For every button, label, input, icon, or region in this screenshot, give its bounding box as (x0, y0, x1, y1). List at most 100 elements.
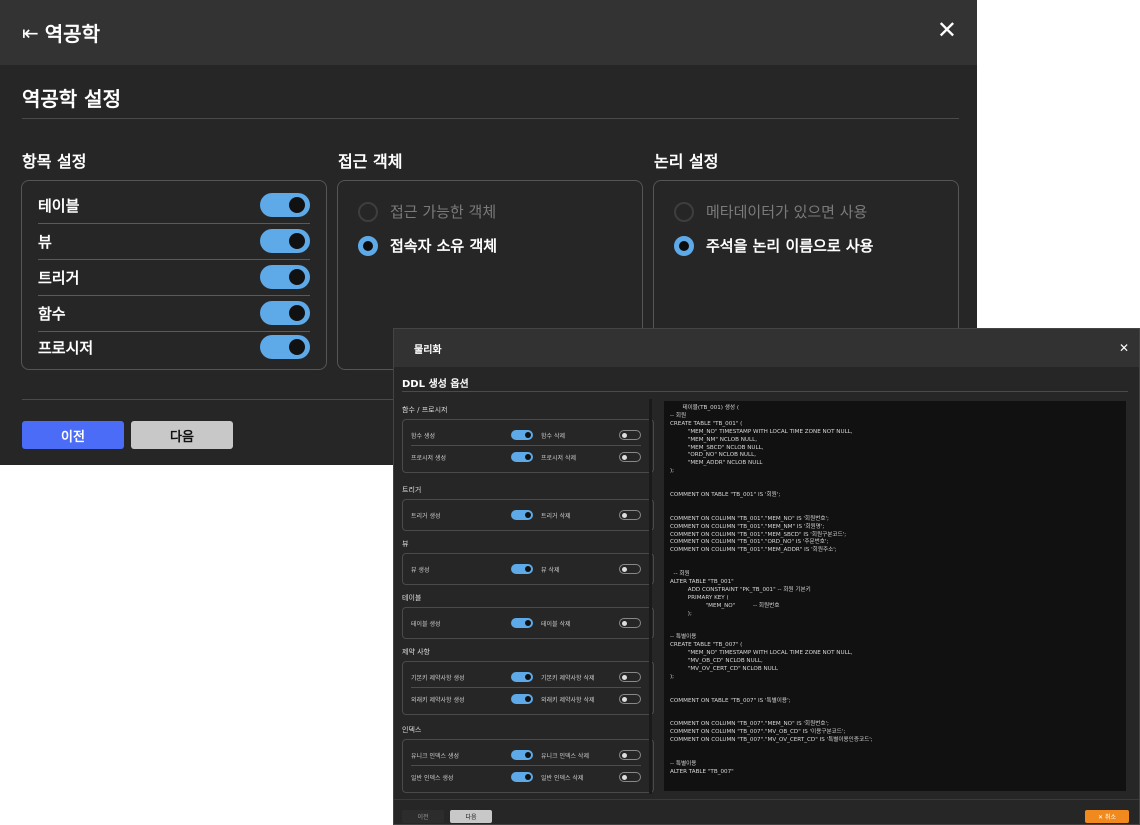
create-toggle[interactable] (511, 750, 533, 760)
divider (22, 118, 959, 119)
option-row: 기본키 제약사항 생성 기본키 제약사항 삭제 (411, 667, 641, 688)
create-toggle[interactable] (511, 694, 533, 704)
item-label: 뷰 (38, 232, 52, 251)
radio-selected[interactable] (674, 235, 694, 256)
ddl-dialog: 물리화 ✕ DDL 생성 옵션 함수 / 프로시저 함수 생성 함수 삭제 프로… (393, 328, 1140, 825)
group-box: 테이블 생성 테이블 삭제 (402, 607, 654, 639)
drop-toggle[interactable] (619, 672, 641, 682)
option-label: 외래키 제약사항 삭제 (541, 696, 595, 704)
option-label: 외래키 제약사항 생성 (411, 696, 465, 704)
close-icon[interactable]: ✕ (937, 18, 957, 42)
radio-selected[interactable] (358, 235, 378, 256)
group-box: 뷰 생성 뷰 삭제 (402, 553, 654, 585)
divider (394, 799, 1139, 800)
option-label: 함수 삭제 (541, 432, 565, 440)
ddl-titlebar: 물리화 ✕ (394, 329, 1139, 367)
procedure-toggle[interactable] (260, 335, 310, 359)
item-label: 프로시저 (38, 338, 94, 357)
option-label: 주석을 논리 이름으로 사용 (706, 237, 874, 255)
option-label: 유니크 인덱스 생성 (411, 752, 459, 760)
ddl-title: 물리화 (414, 344, 442, 356)
options-scrollbar[interactable] (649, 399, 652, 794)
create-toggle[interactable] (511, 452, 533, 462)
drop-toggle[interactable] (619, 564, 641, 574)
ddl-options-pane[interactable]: 함수 / 프로시저 함수 생성 함수 삭제 프로시저 생성 프로시저 삭제 트리… (402, 399, 654, 794)
drop-toggle[interactable] (619, 452, 641, 462)
item-row-trigger: 트리거 (38, 259, 310, 296)
table-toggle[interactable] (260, 193, 310, 217)
option-row: 프로시저 생성 프로시저 삭제 (411, 447, 641, 467)
items-panel: 테이블 뷰 트리거 함수 프로시저 (21, 180, 327, 370)
drop-toggle[interactable] (619, 772, 641, 782)
group-label: 트리거 (402, 486, 422, 494)
drop-toggle[interactable] (619, 510, 641, 520)
option-label: 메타데이터가 있으면 사용 (706, 203, 868, 221)
create-toggle[interactable] (511, 564, 533, 574)
logic-option-metadata[interactable]: 메타데이터가 있으면 사용 (674, 201, 867, 222)
access-heading: 접근 객체 (338, 152, 403, 171)
option-label: 뷰 삭제 (541, 566, 560, 574)
create-toggle[interactable] (511, 618, 533, 628)
item-label: 테이블 (38, 196, 80, 215)
option-label: 뷰 생성 (411, 566, 430, 574)
function-toggle[interactable] (260, 301, 310, 325)
items-heading: 항목 설정 (22, 152, 87, 171)
create-toggle[interactable] (511, 772, 533, 782)
option-row: 뷰 생성 뷰 삭제 (411, 559, 641, 579)
logic-heading: 논리 설정 (654, 152, 719, 171)
logic-option-comment[interactable]: 주석을 논리 이름으로 사용 (674, 235, 873, 256)
option-label: 기본키 제약사항 삭제 (541, 674, 595, 682)
group-box: 트리거 생성 트리거 삭제 (402, 499, 654, 531)
radio-unselected[interactable] (674, 201, 694, 222)
option-row: 유니크 인덱스 생성 유니크 인덱스 삭제 (411, 745, 641, 766)
item-label: 함수 (38, 304, 66, 323)
item-row-function: 함수 (38, 295, 310, 332)
create-toggle[interactable] (511, 430, 533, 440)
drop-toggle[interactable] (619, 618, 641, 628)
option-label: 일반 인덱스 삭제 (541, 774, 584, 782)
option-label: 프로시저 생성 (411, 454, 447, 462)
create-toggle[interactable] (511, 510, 533, 520)
radio-unselected[interactable] (358, 201, 378, 222)
cancel-button[interactable]: ✕ 취소 (1085, 810, 1129, 823)
prev-button[interactable]: 이전 (22, 421, 124, 449)
option-label: 트리거 생성 (411, 512, 441, 520)
group-label: 제약 사항 (402, 648, 430, 656)
item-row-view: 뷰 (38, 223, 310, 260)
group-box: 함수 생성 함수 삭제 프로시저 생성 프로시저 삭제 (402, 419, 654, 473)
item-row-procedure: 프로시저 (38, 329, 310, 365)
prev-button[interactable]: 이전 (402, 810, 444, 823)
option-label: 프로시저 삭제 (541, 454, 577, 462)
option-label: 트리거 삭제 (541, 512, 571, 520)
drop-toggle[interactable] (619, 750, 641, 760)
next-button[interactable]: 다음 (131, 421, 233, 449)
option-label: 함수 생성 (411, 432, 435, 440)
access-option-owned[interactable]: 접속자 소유 객체 (358, 235, 497, 256)
item-label: 트리거 (38, 268, 80, 287)
option-label: 기본키 제약사항 생성 (411, 674, 465, 682)
create-toggle[interactable] (511, 672, 533, 682)
access-option-accessible[interactable]: 접근 가능한 객체 (358, 201, 496, 222)
drop-toggle[interactable] (619, 694, 641, 704)
group-box: 유니크 인덱스 생성 유니크 인덱스 삭제 일반 인덱스 생성 일반 인덱스 삭… (402, 739, 654, 793)
option-row: 트리거 생성 트리거 삭제 (411, 505, 641, 525)
option-label: 테이블 생성 (411, 620, 441, 628)
group-label: 뷰 (402, 540, 409, 548)
ddl-preview[interactable]: 테이블(TB_001) 생성 ( -- 회원 CREATE TABLE "TB_… (664, 401, 1126, 791)
divider (402, 391, 1128, 392)
drop-toggle[interactable] (619, 430, 641, 440)
option-label: 접속자 소유 객체 (390, 237, 498, 255)
trigger-toggle[interactable] (260, 265, 310, 289)
option-label: 접근 가능한 객체 (390, 203, 497, 221)
dialog-title: 역공학 (44, 22, 100, 46)
option-label: 유니크 인덱스 삭제 (541, 752, 589, 760)
close-icon[interactable]: ✕ (1119, 341, 1129, 355)
group-label: 테이블 (402, 594, 422, 602)
option-row: 테이블 생성 테이블 삭제 (411, 613, 641, 633)
next-button[interactable]: 다음 (450, 810, 492, 823)
section-title: 역공학 설정 (22, 87, 121, 111)
view-toggle[interactable] (260, 229, 310, 253)
group-label: 인덱스 (402, 726, 422, 734)
item-row-table: 테이블 (38, 187, 310, 224)
dialog-titlebar: ⇤ 역공학 ✕ (0, 0, 977, 65)
